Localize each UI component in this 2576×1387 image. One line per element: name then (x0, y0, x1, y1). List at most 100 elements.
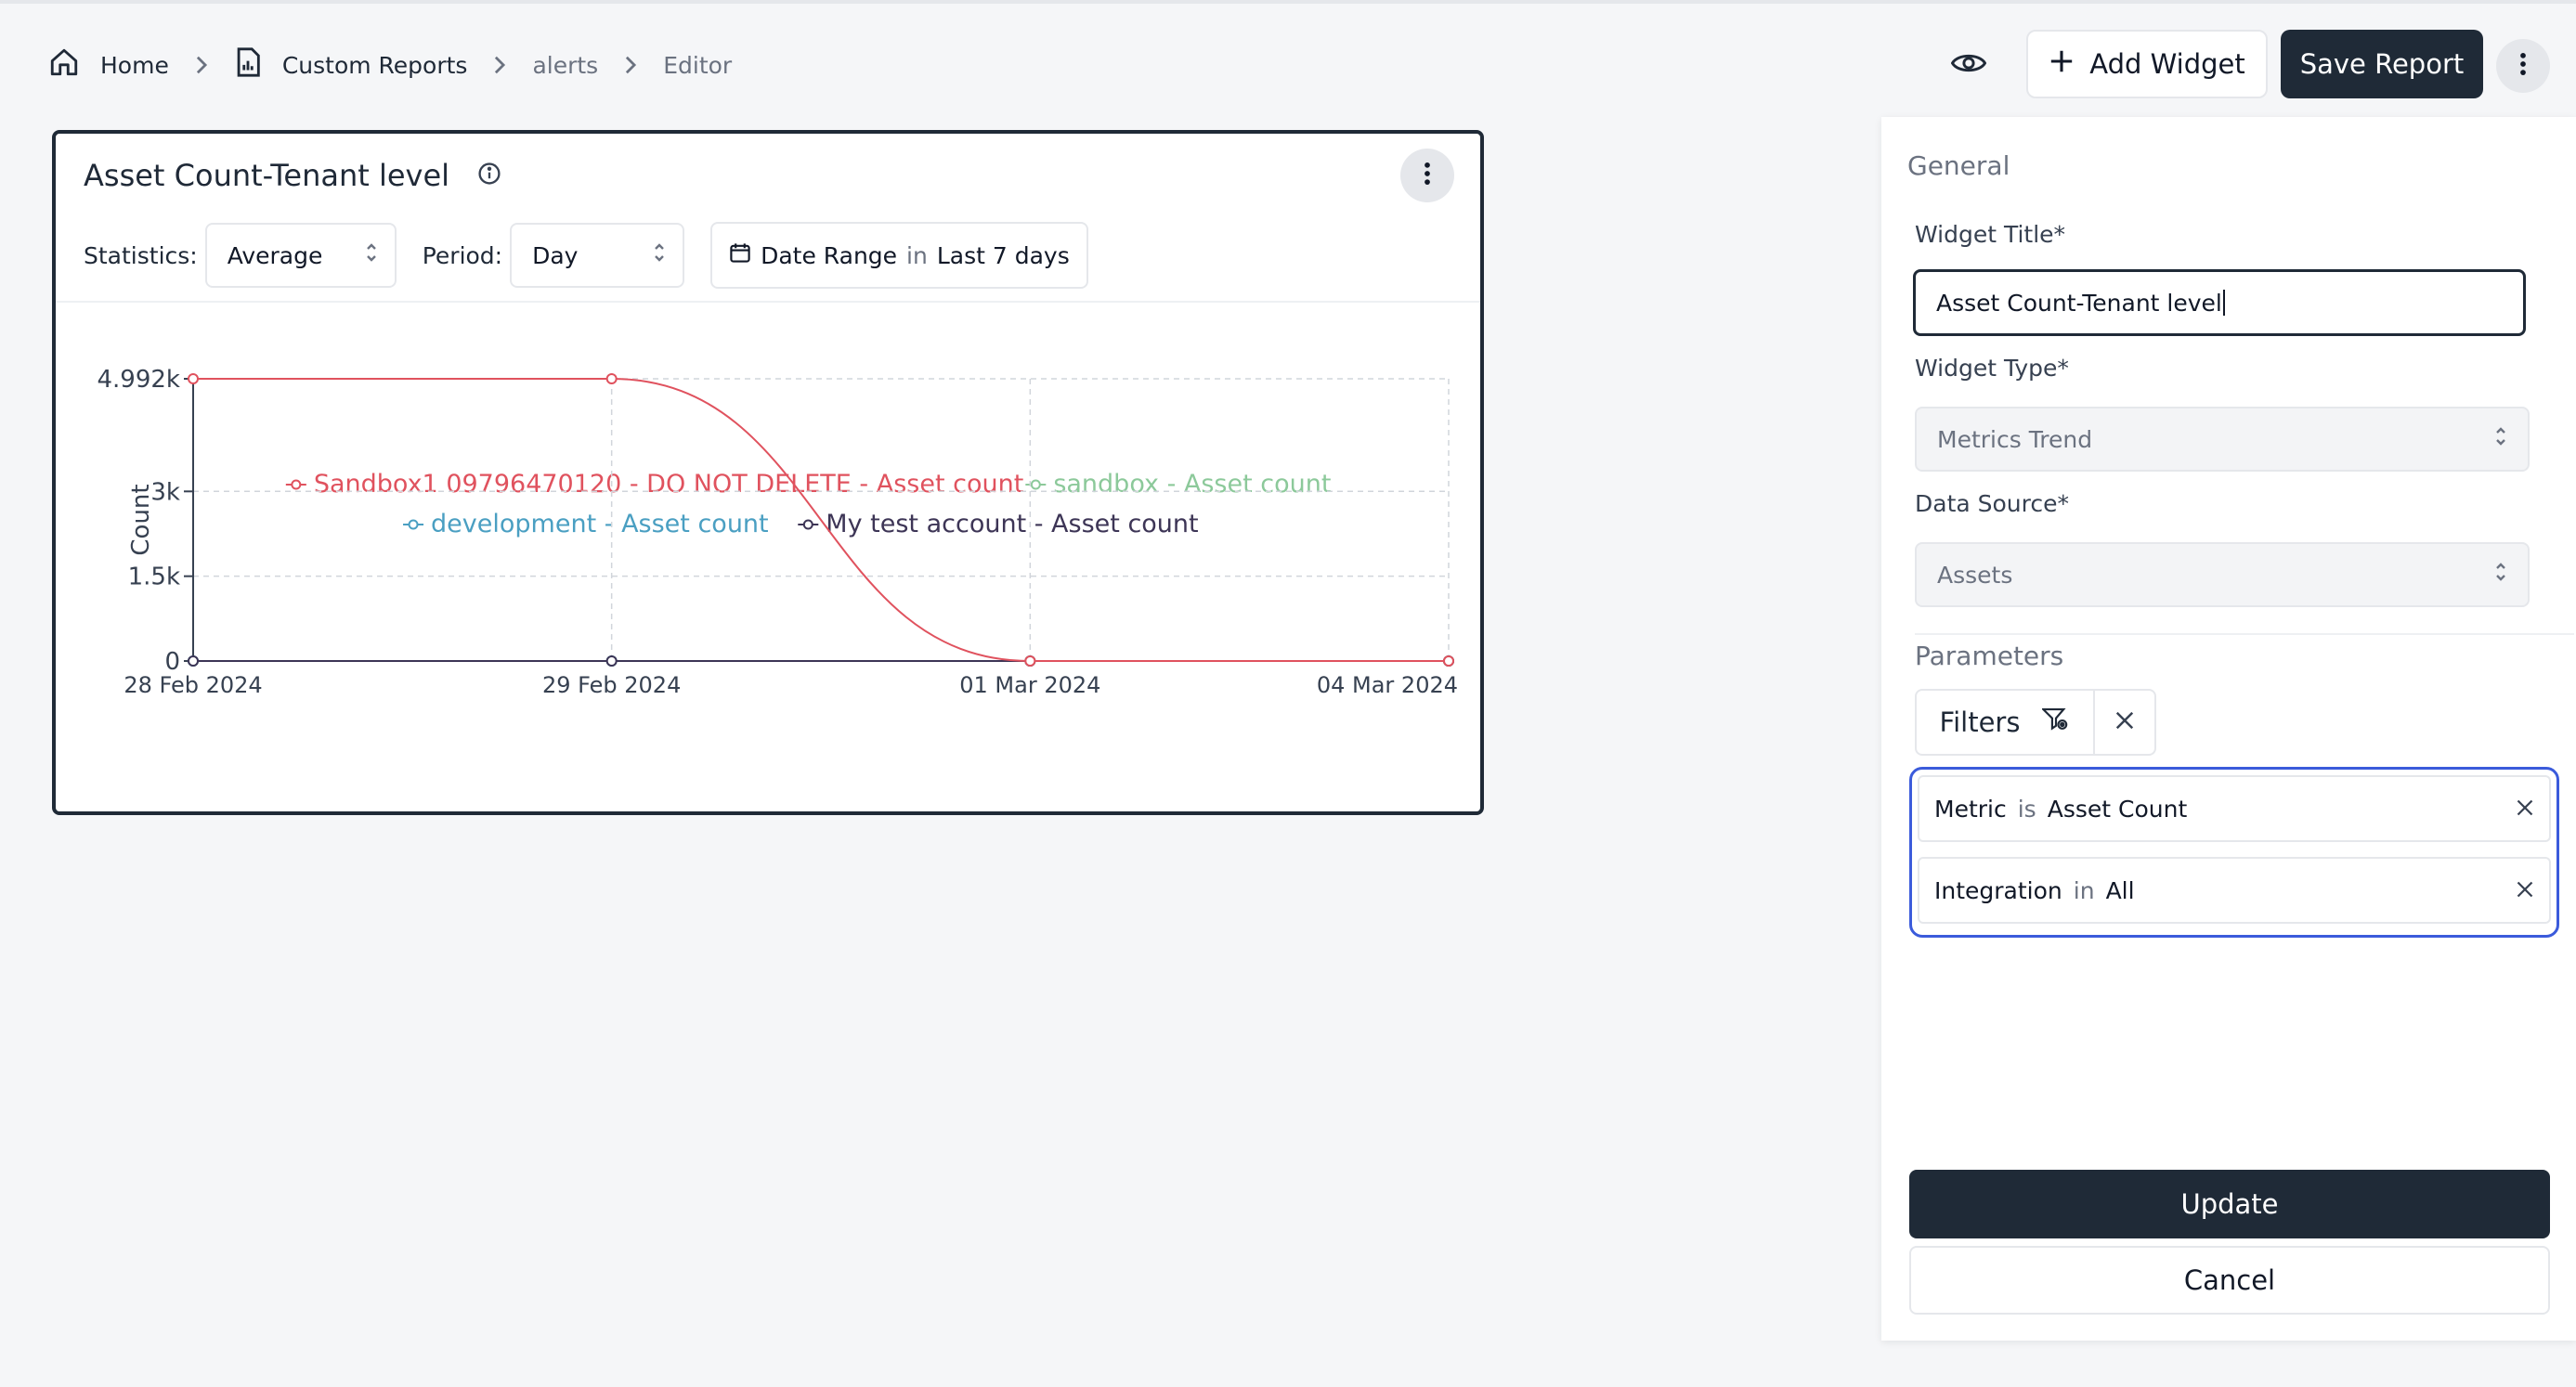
filters-button[interactable]: Filters (1917, 691, 2095, 754)
widget-title: Asset Count-Tenant level (84, 158, 450, 193)
filter-op: in (2073, 876, 2095, 904)
statistics-label: Statistics: (84, 241, 198, 269)
widget-menu-button[interactable] (1400, 149, 1454, 202)
updown-caret-icon (365, 241, 378, 269)
breadcrumb: Home Custom Reports alerts Editor (48, 45, 732, 85)
add-widget-button[interactable]: Add Widget (2026, 30, 2268, 98)
parameters-heading: Parameters (1915, 641, 2064, 671)
widget-divider (56, 301, 1480, 303)
updown-caret-icon (2494, 425, 2507, 453)
updown-caret-icon (653, 241, 666, 269)
x-tick-label: 29 Feb 2024 (542, 672, 681, 698)
eye-icon (1950, 50, 1987, 80)
general-heading: General (1907, 150, 2010, 181)
clear-filters-button[interactable] (2095, 691, 2154, 754)
save-report-button[interactable]: Save Report (2281, 30, 2483, 98)
series-line (192, 378, 1449, 663)
data-point (188, 373, 199, 384)
legend-marker-dot (408, 519, 419, 530)
breadcrumb-editor-label: Editor (663, 51, 733, 79)
kebab-icon (2519, 52, 2527, 80)
plus-icon (2049, 48, 2075, 81)
home-icon (48, 46, 80, 84)
legend-label: Sandbox1 09796470120 - DO NOT DELETE - A… (314, 470, 1023, 499)
kebab-icon (1424, 162, 1431, 189)
widget-type-value: Metrics Trend (1937, 425, 2093, 453)
cancel-button[interactable]: Cancel (1909, 1246, 2550, 1315)
top-border (0, 0, 2576, 4)
date-range-picker[interactable]: Date Range in Last 7 days (710, 222, 1088, 289)
section-divider (1915, 633, 2574, 635)
x-tick-label: 28 Feb 2024 (124, 672, 262, 698)
remove-filter-icon[interactable] (2516, 877, 2534, 904)
info-icon[interactable] (477, 158, 501, 193)
breadcrumb-custom-reports-label: Custom Reports (281, 51, 468, 79)
y-tick-label: 1.5k (128, 564, 180, 591)
remove-filter-icon[interactable] (2516, 796, 2534, 823)
y-tick-label: 4.992k (98, 366, 181, 394)
legend-marker-dot (1030, 479, 1041, 490)
period-select[interactable]: Day (510, 223, 685, 288)
more-options-button[interactable] (2496, 39, 2550, 93)
chevron-right-icon (169, 55, 234, 75)
asset-count-chart: Sandbox1 09796470120 - DO NOT DELETE - A… (98, 366, 1459, 698)
filter-op: is (2017, 795, 2036, 823)
data-point (1443, 655, 1454, 667)
period-label: Period: (422, 241, 503, 269)
filters-control: Filters (1915, 689, 2156, 756)
data-source-label: Data Source* (1915, 490, 2070, 517)
legend-label: My test account - Asset count (826, 510, 1198, 538)
period-value: Day (532, 241, 579, 269)
update-label: Update (2180, 1188, 2279, 1220)
widget-title-label: Widget Title* (1915, 221, 2066, 248)
data-point (188, 655, 199, 667)
filter-value: Asset Count (2047, 795, 2188, 823)
legend-label: sandbox - Asset count (1053, 470, 1331, 499)
widget-title-input[interactable]: Asset Count-Tenant level (1913, 269, 2526, 336)
widget-type-select[interactable]: Metrics Trend (1915, 407, 2530, 472)
widget-settings-panel: General Widget Title* Asset Count-Tenant… (1881, 117, 2576, 1341)
legend-marker-dot (291, 479, 302, 490)
breadcrumb-custom-reports[interactable]: Custom Reports (234, 46, 468, 84)
filter-list: Metric is Asset Count Integration in All (1909, 767, 2559, 938)
cancel-label: Cancel (2183, 1264, 2276, 1296)
widget-title-value: Asset Count-Tenant level (1936, 289, 2222, 317)
data-source-value: Assets (1937, 561, 2013, 589)
filter-field: Metric (1934, 795, 2007, 823)
text-cursor (2222, 290, 2225, 316)
date-range-value: Last 7 days (936, 241, 1070, 269)
update-button[interactable]: Update (1909, 1170, 2550, 1238)
date-range-label: Date Range (761, 241, 898, 269)
x-tick-label: 01 Mar 2024 (959, 672, 1100, 698)
widget-filters: Statistics: Average Period: Day Date Ran… (84, 222, 1088, 289)
date-range-op: in (906, 241, 928, 269)
filter-chip[interactable]: Integration in All (1918, 857, 2551, 924)
statistics-select[interactable]: Average (204, 223, 397, 288)
preview-button[interactable] (1945, 45, 1993, 85)
filters-label: Filters (1939, 706, 2021, 738)
data-source-select[interactable]: Assets (1915, 542, 2530, 607)
widget-header: Asset Count-Tenant level (84, 158, 501, 193)
breadcrumb-home[interactable]: Home (48, 46, 169, 84)
save-report-label: Save Report (2299, 48, 2465, 80)
chevron-right-icon (467, 55, 532, 75)
close-icon (2114, 710, 2135, 734)
y-tick-label: 3k (150, 478, 180, 506)
legend-marker-dot (802, 519, 813, 530)
filter-chip[interactable]: Metric is Asset Count (1918, 775, 2551, 842)
filter-settings-icon (2041, 706, 2070, 739)
report-icon (234, 46, 262, 84)
calendar-icon (729, 241, 751, 269)
add-widget-label: Add Widget (2089, 48, 2245, 80)
widget-card[interactable]: Asset Count-Tenant level Statistics: Ave… (52, 130, 1484, 815)
breadcrumb-alerts[interactable]: alerts (532, 52, 598, 79)
updown-caret-icon (2494, 561, 2507, 589)
data-point (605, 655, 618, 667)
x-tick-label: 04 Mar 2024 (1317, 672, 1458, 698)
breadcrumb-alerts-label: alerts (532, 51, 599, 79)
filter-value: All (2105, 876, 2135, 904)
chevron-right-icon (598, 55, 663, 75)
breadcrumb-editor: Editor (663, 52, 732, 79)
widget-type-label: Widget Type* (1915, 355, 2069, 382)
filter-field: Integration (1934, 876, 2062, 904)
